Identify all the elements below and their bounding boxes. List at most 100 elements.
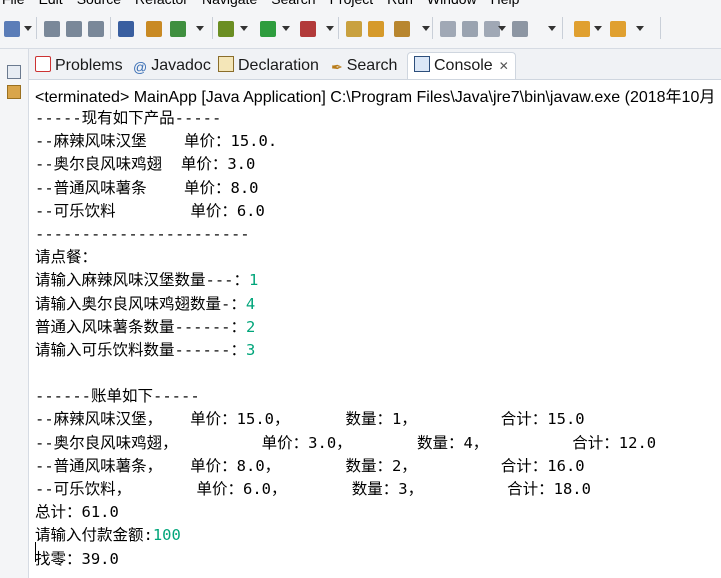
console-line-text: ----------------------- [35,224,250,243]
package-explorer-icon[interactable] [7,85,21,99]
console-user-input: 4 [245,294,256,313]
dropdown-arrow-icon[interactable] [196,26,204,31]
open-type-icon[interactable] [346,21,362,37]
console-line: 找零：39.0 [35,548,656,571]
save-all-icon[interactable] [66,21,82,37]
print-icon[interactable] [88,21,104,37]
external-tools-icon[interactable] [300,21,316,37]
dropdown-arrow-icon[interactable] [240,26,248,31]
console-user-input: 100 [152,526,181,545]
refresh-icon[interactable] [170,21,186,37]
console-line: 总计：61.0 [35,501,656,524]
dropdown-arrow-icon[interactable] [636,26,644,31]
menu-bar: File Edit Source Refactor Navigate Search Proj… [0,0,721,8]
console-line: ----------------------- [35,223,656,246]
toolbar-separator [110,17,111,39]
view-tab-bar: Problems @ Javadoc Declaration ✒ Search Co… [29,49,721,80]
console-line: --普通风味薯条 单价：8.0 [35,177,656,200]
console-output[interactable]: -----现有如下产品----- --麻辣风味汉堡 单价：15.0. --奥尔良风味… [35,107,656,571]
console-line-text: ------账单如下----- [35,387,200,406]
toolbar-separator [562,17,563,39]
tab-problems[interactable]: Problems [35,53,123,79]
menu-item[interactable]: Search [271,0,315,7]
console-line-text: --可乐饮料， 单价：6.0， 数量：3， 合计：18.0 [35,480,591,498]
console-view[interactable]: <terminated> MainApp [Java Application] … [29,80,721,578]
menu-item[interactable]: Window [427,0,477,7]
console-line: -----现有如下产品----- [35,107,656,130]
console-user-input: 1 [249,271,259,290]
console-line-text: 请点餐： [35,248,98,267]
console-line-text: 找零：39.0 [35,549,119,568]
console-line: --奥尔良风味鸡翅 单价：3.0 [35,153,656,176]
close-icon[interactable]: ✕ [499,59,509,73]
dropdown-arrow-icon[interactable] [548,26,556,31]
console-user-input: 2 [246,317,256,336]
toolbar-separator [660,17,661,39]
javadoc-icon: @ [133,59,148,75]
dropdown-arrow-icon[interactable] [24,26,32,31]
console-line: 请输入付款金额:100 [35,524,656,547]
back-icon[interactable] [574,21,590,37]
menu-item[interactable]: Edit [39,0,63,7]
declaration-icon [218,56,234,72]
console-icon [414,56,430,72]
console-line-text: 请输入麻辣风味汉堡数量---： [35,271,249,290]
toolbar-separator [212,17,213,39]
tab-javadoc[interactable]: @ Javadoc [133,53,211,79]
console-line-text: --麻辣风味汉堡， 单价：15.0， 数量：1， 合计：15.0 [35,410,585,429]
save-icon[interactable] [44,21,60,37]
debug-icon[interactable] [218,21,234,37]
tab-declaration-label: Declaration [238,57,319,74]
menu-items: File Edit Source Refactor Navigate Search Proj… [2,0,533,7]
menu-item[interactable]: File [2,0,25,7]
dropdown-arrow-icon[interactable] [498,26,506,31]
menu-item[interactable]: Refactor [135,0,188,7]
annotation-icon[interactable] [462,21,478,37]
console-line-text: --麻辣风味汉堡 单价：15.0. [35,132,278,151]
menu-item[interactable]: Source [77,0,121,7]
dropdown-arrow-icon[interactable] [326,26,334,31]
console-line: 请输入麻辣风味汉堡数量---：1 [35,269,656,292]
console-line-text: --奥尔良风味鸡翅 单价：3.0 [35,155,256,174]
previous-annotation-icon[interactable] [512,21,528,37]
text-cursor [35,542,36,562]
menu-item[interactable]: Run [387,0,413,7]
console-line-text: 总计：61.0 [35,503,119,522]
problems-icon [35,56,51,72]
tab-declaration[interactable]: Declaration [218,53,319,79]
console-line-text: 请输入奥尔良风味鸡翅数量-： [35,294,246,313]
new-java-class-icon[interactable] [146,21,162,37]
console-line-text: --奥尔良风味鸡翅， 单价：3.0， 数量：4， 合计：12.0 [35,433,657,452]
tab-problems-label: Problems [55,57,123,74]
edit-icon[interactable] [440,21,456,37]
menu-item[interactable]: Help [491,0,520,7]
console-line: 请点餐： [35,246,656,269]
tab-javadoc-label: Javadoc [151,57,211,74]
console-line-text: --普通风味薯条 单价：8.0 [35,178,259,197]
main-toolbar [0,8,721,49]
console-user-input: 3 [246,340,256,359]
pen-icon[interactable] [394,21,410,37]
open-task-icon[interactable] [368,21,384,37]
console-line: --麻辣风味汉堡 单价：15.0. [35,130,656,153]
dropdown-arrow-icon[interactable] [422,26,430,31]
menu-item[interactable]: Project [330,0,374,7]
console-line: --麻辣风味汉堡， 单价：15.0， 数量：1， 合计：15.0 [35,408,656,431]
tab-search[interactable]: ✒ Search [331,53,397,79]
toggle-breakpoint-icon[interactable] [118,21,134,37]
dropdown-arrow-icon[interactable] [282,26,290,31]
console-line: --可乐饮料， 单价：6.0， 数量：3， 合计：18.0 [35,478,656,501]
restore-icon[interactable] [7,65,21,79]
menu-item[interactable]: Navigate [202,0,257,7]
console-line-text: 普通入风味薯条数量------： [35,317,246,336]
console-line-text: --可乐饮料 单价：6.0 [35,201,265,220]
tab-console[interactable]: Console ✕ [407,52,516,79]
console-status-line: <terminated> MainApp [Java Application] … [35,89,716,106]
console-line: --普通风味薯条， 单价：8.0， 数量：2， 合计：16.0 [35,455,656,478]
dropdown-arrow-icon[interactable] [594,26,602,31]
new-icon[interactable] [4,21,20,37]
forward-icon[interactable] [610,21,626,37]
run-icon[interactable] [260,21,276,37]
tab-search-label: Search [346,57,398,74]
